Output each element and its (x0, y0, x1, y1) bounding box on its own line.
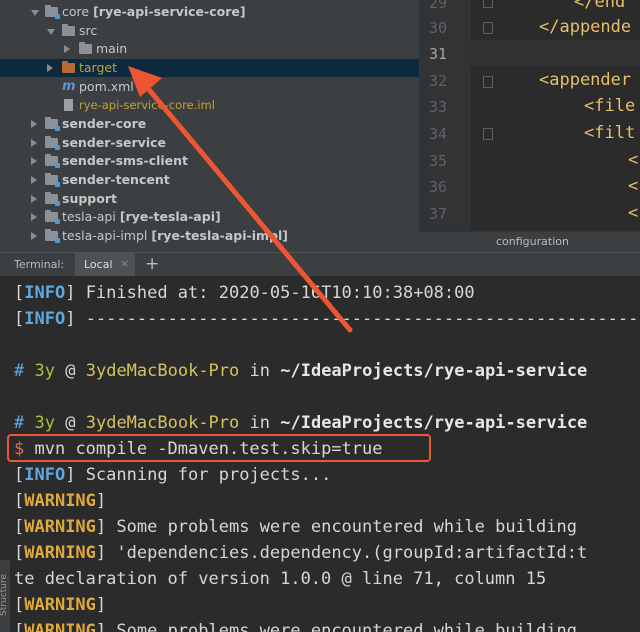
command-highlight-box (7, 434, 431, 462)
module-folder-icon (45, 117, 60, 131)
shell-prompt: # 3y @ 3ydeMacBook-Pro in ~/IdeaProjects… (14, 413, 588, 433)
chevron-down-icon[interactable] (47, 29, 55, 35)
terminal-line: [INFO] Finished at: 2020-05-16T10:10:38+… (14, 283, 475, 303)
project-tree: core [rye-api-service-core] src main tar… (0, 0, 419, 252)
line-number: 33 (428, 98, 447, 116)
tab-label: Local (84, 258, 113, 271)
terminal-output[interactable]: [INFO] Finished at: 2020-05-16T10:10:38+… (0, 276, 640, 632)
line-number: 37 (428, 205, 447, 223)
tree-item-tesla-api[interactable]: tesla-api [rye-tesla-api] (0, 208, 419, 226)
terminal-line: te declaration of version 1.0.0 @ line 7… (14, 569, 547, 589)
chevron-right-icon[interactable] (64, 45, 70, 53)
line-number: 32 (428, 72, 447, 90)
side-tab-label: Structure (0, 574, 9, 616)
module-folder-icon (45, 136, 60, 150)
folder-icon (62, 24, 75, 36)
code-line[interactable]: <filt (584, 123, 635, 143)
tree-item-target[interactable]: target (0, 59, 419, 77)
tree-item-src[interactable]: src (0, 22, 419, 40)
excluded-folder-icon (62, 61, 75, 73)
code-editor[interactable]: 29 30 31 32 33 34 35 36 37 </end </appen… (419, 0, 640, 252)
chevron-down-icon[interactable] (31, 10, 39, 16)
terminal-line: [INFO] Scanning for projects... (14, 465, 332, 485)
module-folder-icon (45, 192, 60, 206)
tree-item-core[interactable]: core [rye-api-service-core] (0, 3, 419, 21)
chevron-right-icon[interactable] (47, 64, 53, 72)
file-icon (64, 99, 73, 111)
terminal-line: [WARNING] Some problems were encountered… (14, 621, 577, 632)
chevron-right-icon[interactable] (31, 157, 37, 165)
tree-item-support[interactable]: support (0, 190, 419, 208)
tree-item-sender-tencent[interactable]: sender-tencent (0, 171, 419, 189)
tree-item-tesla-api-impl[interactable]: tesla-api-impl [rye-tesla-api-impl] (0, 227, 419, 245)
tree-item-sender-sms-client[interactable]: sender-sms-client (0, 152, 419, 170)
terminal-title: Terminal: (14, 258, 65, 271)
chevron-right-icon[interactable] (31, 176, 37, 184)
close-tab-icon[interactable]: × (120, 257, 129, 270)
line-number: 35 (428, 152, 447, 170)
module-folder-icon (45, 5, 60, 19)
line-number: 29 (428, 0, 447, 12)
terminal-line: [WARNING] Some problems were encountered… (14, 517, 577, 537)
chevron-right-icon[interactable] (31, 120, 37, 128)
editor-breadcrumb[interactable]: configuration (419, 231, 640, 252)
line-number: 36 (428, 178, 447, 196)
chevron-right-icon[interactable] (31, 213, 37, 221)
structure-side-tab[interactable]: Structure (0, 560, 10, 632)
fold-marker-icon[interactable] (483, 0, 493, 8)
code-line[interactable]: </appende (539, 17, 631, 37)
folder-icon (79, 42, 92, 54)
tree-item-main[interactable]: main (0, 40, 419, 58)
tree-item-pom[interactable]: m pom.xml (0, 78, 419, 96)
tree-item-sender-core[interactable]: sender-core (0, 115, 419, 133)
fold-marker-icon[interactable] (483, 76, 493, 88)
module-folder-icon (45, 154, 60, 168)
fold-marker-icon[interactable] (483, 22, 493, 34)
code-line[interactable]: </end (574, 0, 625, 12)
line-number: 30 (428, 19, 447, 37)
line-number: 34 (428, 125, 447, 143)
current-line-highlight (471, 40, 640, 66)
code-line[interactable]: < (628, 150, 638, 170)
module-folder-icon (45, 229, 60, 243)
code-line[interactable]: <appender (539, 70, 631, 90)
terminal-line: [WARNING] (14, 595, 107, 615)
line-number: 31 (428, 45, 447, 63)
terminal-line: [WARNING] (14, 491, 107, 511)
terminal-line: [INFO] ---------------------------------… (14, 309, 640, 329)
chevron-right-icon[interactable] (31, 232, 37, 240)
module-folder-icon (45, 210, 60, 224)
maven-icon: m (62, 79, 76, 94)
chevron-right-icon[interactable] (31, 139, 37, 147)
code-line[interactable]: < (628, 203, 638, 223)
code-line[interactable]: < (628, 176, 638, 196)
module-folder-icon (45, 173, 60, 187)
chevron-right-icon[interactable] (31, 195, 37, 203)
terminal-toolbar: Terminal: Local × + (0, 252, 640, 277)
tree-item-sender-service[interactable]: sender-service (0, 134, 419, 152)
tree-item-iml[interactable]: rye-api-service-core.iml (0, 96, 419, 114)
terminal-line: [WARNING] 'dependencies.dependency.(grou… (14, 543, 588, 563)
fold-marker-icon[interactable] (483, 128, 493, 140)
shell-prompt: # 3y @ 3ydeMacBook-Pro in ~/IdeaProjects… (14, 361, 588, 381)
new-tab-button[interactable]: + (145, 254, 159, 274)
code-line[interactable]: <file (584, 96, 635, 116)
breadcrumb-item[interactable]: configuration (496, 235, 569, 248)
